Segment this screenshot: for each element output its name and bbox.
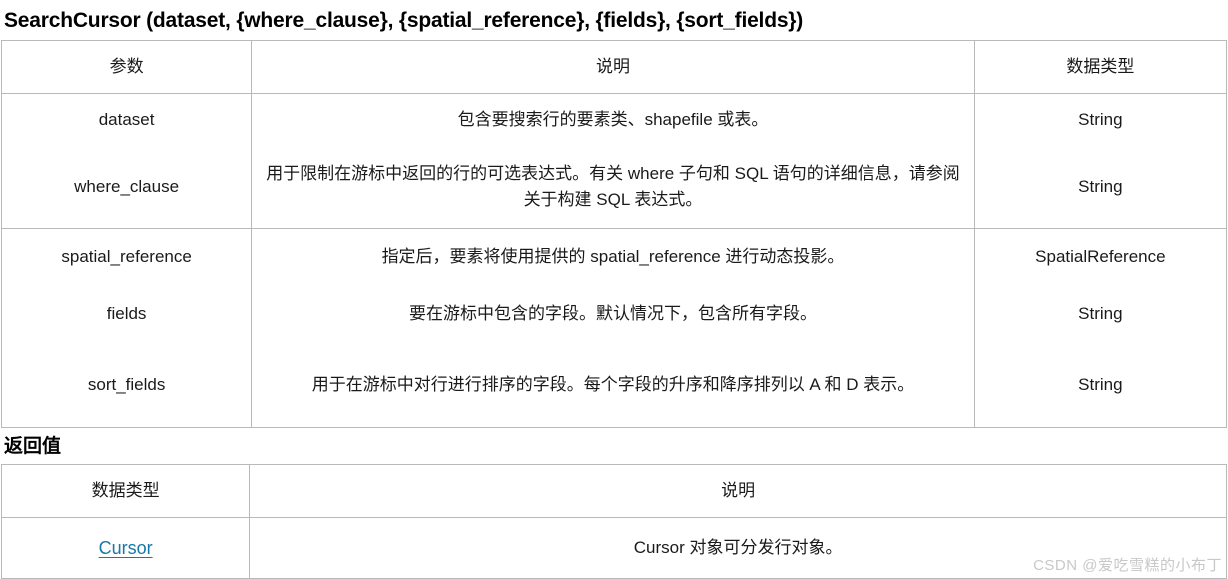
parameter-description: 指定后，要素将使用提供的 spatial_reference 进行动态投影。 (251, 228, 975, 285)
table-row: Cursor Cursor 对象可分发行对象。 (1, 517, 1227, 579)
return-value-table: 数据类型 说明 Cursor Cursor 对象可分发行对象。 (1, 464, 1227, 579)
parameter-name: sort_fields (1, 343, 253, 428)
parameter-name: fields (1, 285, 253, 343)
parameter-description: 用于在游标中对行进行排序的字段。每个字段的升序和降序排列以 A 和 D 表示。 (251, 343, 975, 428)
parameter-description: 包含要搜索行的要素类、shapefile 或表。 (251, 93, 975, 146)
parameter-description: 要在游标中包含的字段。默认情况下，包含所有字段。 (251, 285, 975, 343)
return-value-heading: 返回值 (4, 436, 62, 457)
column-header-description: 说明 (251, 40, 975, 94)
table-row: where_clause 用于限制在游标中返回的行的可选表达式。有关 where… (1, 146, 1227, 229)
parameter-description: 用于限制在游标中返回的行的可选表达式。有关 where 子句和 SQL 语句的详… (251, 146, 975, 229)
parameter-name: where_clause (1, 146, 253, 229)
column-header-description: 说明 (249, 464, 1227, 518)
table-row: dataset 包含要搜索行的要素类、shapefile 或表。 String (1, 93, 1227, 146)
table-row: fields 要在游标中包含的字段。默认情况下，包含所有字段。 String (1, 285, 1227, 343)
documentation-page: SearchCursor (dataset, {where_clause}, {… (0, 0, 1228, 579)
return-type-cell: Cursor (1, 517, 251, 579)
return-table-header-row: 数据类型 说明 (1, 464, 1227, 518)
parameter-data-type: String (973, 146, 1227, 229)
parameters-table: 参数 说明 数据类型 dataset 包含要搜索行的要素类、shapefile … (1, 40, 1227, 428)
parameter-name: dataset (1, 93, 253, 146)
parameters-table-header-row: 参数 说明 数据类型 (1, 40, 1227, 94)
parameter-data-type: String (973, 343, 1227, 428)
parameter-data-type: SpatialReference (973, 228, 1227, 285)
column-header-data-type: 数据类型 (1, 464, 251, 518)
parameter-data-type: String (973, 93, 1227, 146)
parameter-data-type: String (973, 285, 1227, 343)
page-title: SearchCursor (dataset, {where_clause}, {… (4, 9, 804, 32)
cursor-link[interactable]: Cursor (99, 538, 153, 558)
table-row: spatial_reference 指定后，要素将使用提供的 spatial_r… (1, 228, 1227, 285)
parameter-name: spatial_reference (1, 228, 253, 285)
column-header-parameter: 参数 (1, 40, 253, 94)
table-row: sort_fields 用于在游标中对行进行排序的字段。每个字段的升序和降序排列… (1, 343, 1227, 428)
column-header-data-type: 数据类型 (973, 40, 1227, 94)
return-description: Cursor 对象可分发行对象。 (249, 517, 1227, 579)
